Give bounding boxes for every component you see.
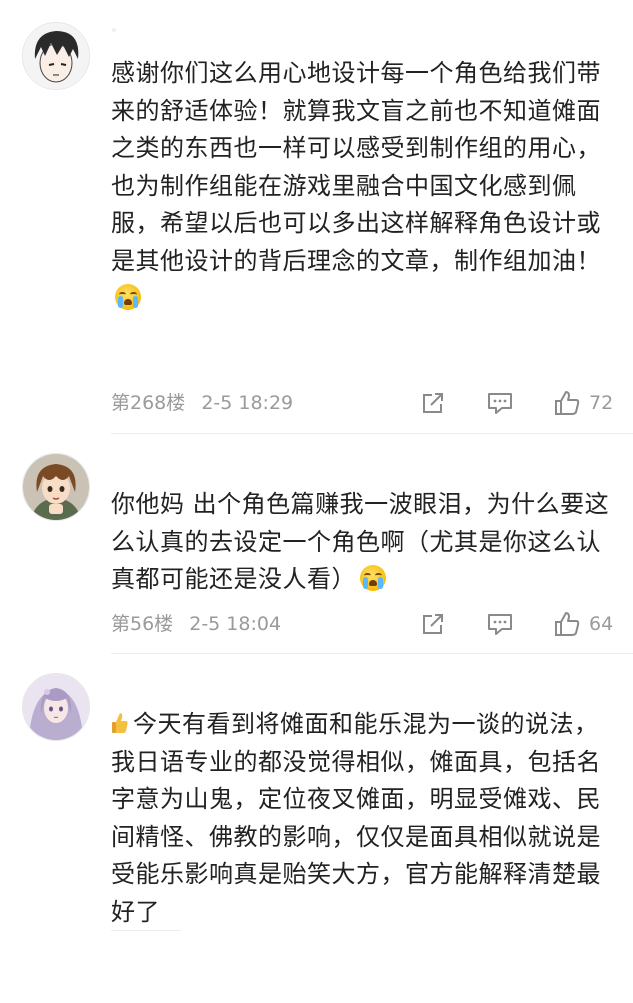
comment-meta: 第268楼 2-5 18:29 72	[111, 388, 613, 418]
floor-number: 第268楼	[111, 392, 186, 414]
comment-meta: 第56楼 2-5 18:04 64	[111, 609, 613, 639]
comment-text: 感谢你们这么用心地设计每一个角色给我们带来的舒适体验！就算我文盲之前也不知道傩面…	[111, 55, 619, 318]
decorative-dot	[112, 28, 116, 32]
timestamp: 2-5 18:04	[189, 613, 282, 635]
reply-button[interactable]	[486, 609, 514, 639]
like-count: 64	[589, 613, 614, 635]
avatar-anime-brown-hair-image	[23, 454, 89, 520]
comment-body: 感谢你们这么用心地设计每一个角色给我们带来的舒适体验！就算我文盲之前也不知道傩面…	[111, 59, 601, 275]
thumbs-up-icon	[555, 612, 580, 636]
share-button[interactable]	[419, 609, 447, 639]
divider	[111, 433, 633, 434]
floor-number: 第56楼	[111, 613, 174, 635]
like-count: 72	[589, 392, 614, 414]
divider	[111, 930, 181, 931]
avatar-boy-dark-hair-image	[23, 23, 89, 89]
reply-button[interactable]	[486, 388, 514, 418]
thumbs-up-icon	[555, 391, 580, 415]
thumbs-up-emoji-icon	[112, 713, 128, 733]
comment-text: 你他妈 出个角色篇赚我一波眼泪，为什么要这么认真的去设定一个角色啊（尤其是你这么…	[111, 486, 619, 599]
comment-icon	[488, 393, 512, 414]
avatar-anime-silver-hair-image	[23, 674, 89, 740]
loudly-crying-face-icon	[360, 565, 386, 591]
loudly-crying-face-icon	[115, 284, 141, 310]
share-button[interactable]	[419, 388, 447, 418]
divider	[111, 653, 633, 654]
timestamp: 2-5 18:29	[201, 392, 294, 414]
comment-body: 今天有看到将傩面和能乐混为一谈的说法，我日语专业的都没觉得相似，傩面具，包括名字…	[111, 710, 601, 926]
like-button[interactable]: 64	[553, 609, 613, 639]
share-icon	[423, 614, 443, 634]
avatar[interactable]	[22, 673, 90, 741]
avatar[interactable]	[22, 22, 90, 90]
comment-text: 今天有看到将傩面和能乐混为一谈的说法，我日语专业的都没觉得相似，傩面具，包括名字…	[111, 706, 619, 931]
like-button[interactable]: 72	[553, 388, 613, 418]
share-icon	[423, 393, 443, 413]
comment-icon	[488, 614, 512, 635]
avatar[interactable]	[22, 453, 90, 521]
